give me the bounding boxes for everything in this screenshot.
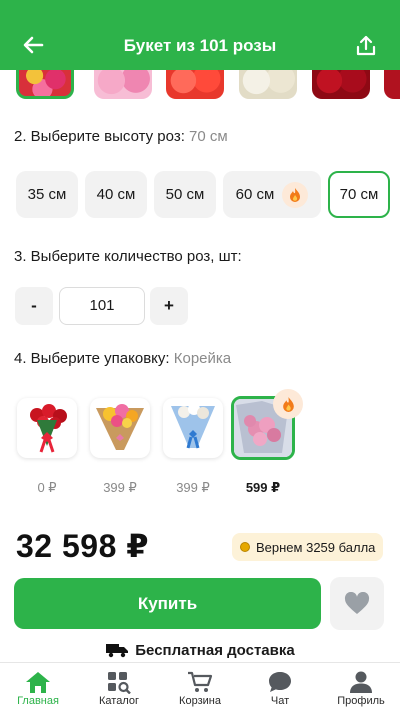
app-header: Букет из 101 розы [0, 0, 400, 70]
bonus-text: Вернем 3259 балла [256, 539, 376, 555]
nav-item-profile[interactable]: Профиль [326, 669, 396, 707]
height-selected-value: 70 см [189, 128, 228, 145]
chat-icon [269, 672, 291, 692]
packaging-selected-value: Корейка [173, 350, 232, 367]
packaging-option-none[interactable] [17, 398, 77, 458]
packaging-price-kraft: 399 ₽ [103, 480, 137, 495]
quantity-minus-button[interactable]: - [15, 287, 53, 325]
bouquet-kraft-image [96, 404, 144, 450]
height-option-50[interactable]: 50 см [154, 171, 216, 218]
nav-label-profile: Профиль [337, 695, 385, 707]
coin-icon [240, 542, 250, 552]
page-title: Букет из 101 розы [123, 36, 277, 55]
home-icon [26, 672, 50, 693]
favorite-button[interactable] [330, 577, 384, 630]
nav-item-cart[interactable]: Корзина [165, 669, 235, 707]
packaging-label: 4. Выберите упаковку: [14, 350, 170, 367]
height-option-70[interactable]: 70 см [328, 171, 390, 218]
packaging-option-blue[interactable] [163, 398, 223, 458]
catalog-icon [108, 672, 131, 694]
profile-icon [350, 671, 372, 693]
bouquet-red-ribbon-image [30, 404, 67, 453]
packaging-section-title: 4. Выберите упаковку: Корейка [14, 350, 231, 367]
fire-icon [273, 389, 303, 419]
nav-label-chat: Чат [270, 695, 290, 707]
packaging-price-none: 0 ₽ [37, 480, 57, 495]
packaging-option-kraft[interactable] [90, 398, 150, 458]
share-icon[interactable] [354, 34, 378, 58]
free-delivery-note: Бесплатная доставка [0, 639, 400, 661]
buy-button[interactable]: Купить [14, 578, 321, 629]
quantity-section-title: 3. Выберите количество роз, шт: [14, 248, 242, 265]
bouquet-blue-wrap-image [171, 403, 215, 449]
height-option-35[interactable]: 35 см [16, 171, 78, 218]
nav-label-catalog: Каталог [99, 695, 139, 707]
total-price: 32 598 ₽ [16, 528, 150, 564]
height-label: 2. Выберите высоту роз: [14, 128, 185, 145]
delivery-text: Бесплатная доставка [135, 641, 295, 659]
quantity-plus-button[interactable]: + [150, 287, 188, 325]
height-option-60[interactable]: 60 см [223, 171, 321, 218]
quantity-input[interactable]: 101 [59, 287, 145, 325]
heart-icon [344, 591, 370, 614]
nav-item-catalog[interactable]: Каталог [84, 669, 154, 707]
nav-item-home[interactable]: Главная [3, 669, 73, 707]
nav-label-home: Главная [17, 695, 59, 707]
fire-icon [282, 181, 309, 208]
bonus-badge: Вернем 3259 балла [232, 533, 384, 561]
height-option-60-label: 60 см [235, 186, 275, 203]
packaging-price-koreika: 599 ₽ [245, 480, 281, 495]
height-section-title: 2. Выберите высоту роз: 70 см [14, 128, 228, 145]
height-option-40[interactable]: 40 см [85, 171, 147, 218]
truck-icon [106, 644, 129, 658]
nav-label-cart: Корзина [179, 695, 221, 707]
bottom-navigation: Главная Каталог Корзина Чат Профиль [0, 662, 400, 714]
cart-icon [188, 671, 213, 692]
packaging-price-blue: 399 ₽ [176, 480, 210, 495]
nav-item-chat[interactable]: Чат [245, 669, 315, 707]
